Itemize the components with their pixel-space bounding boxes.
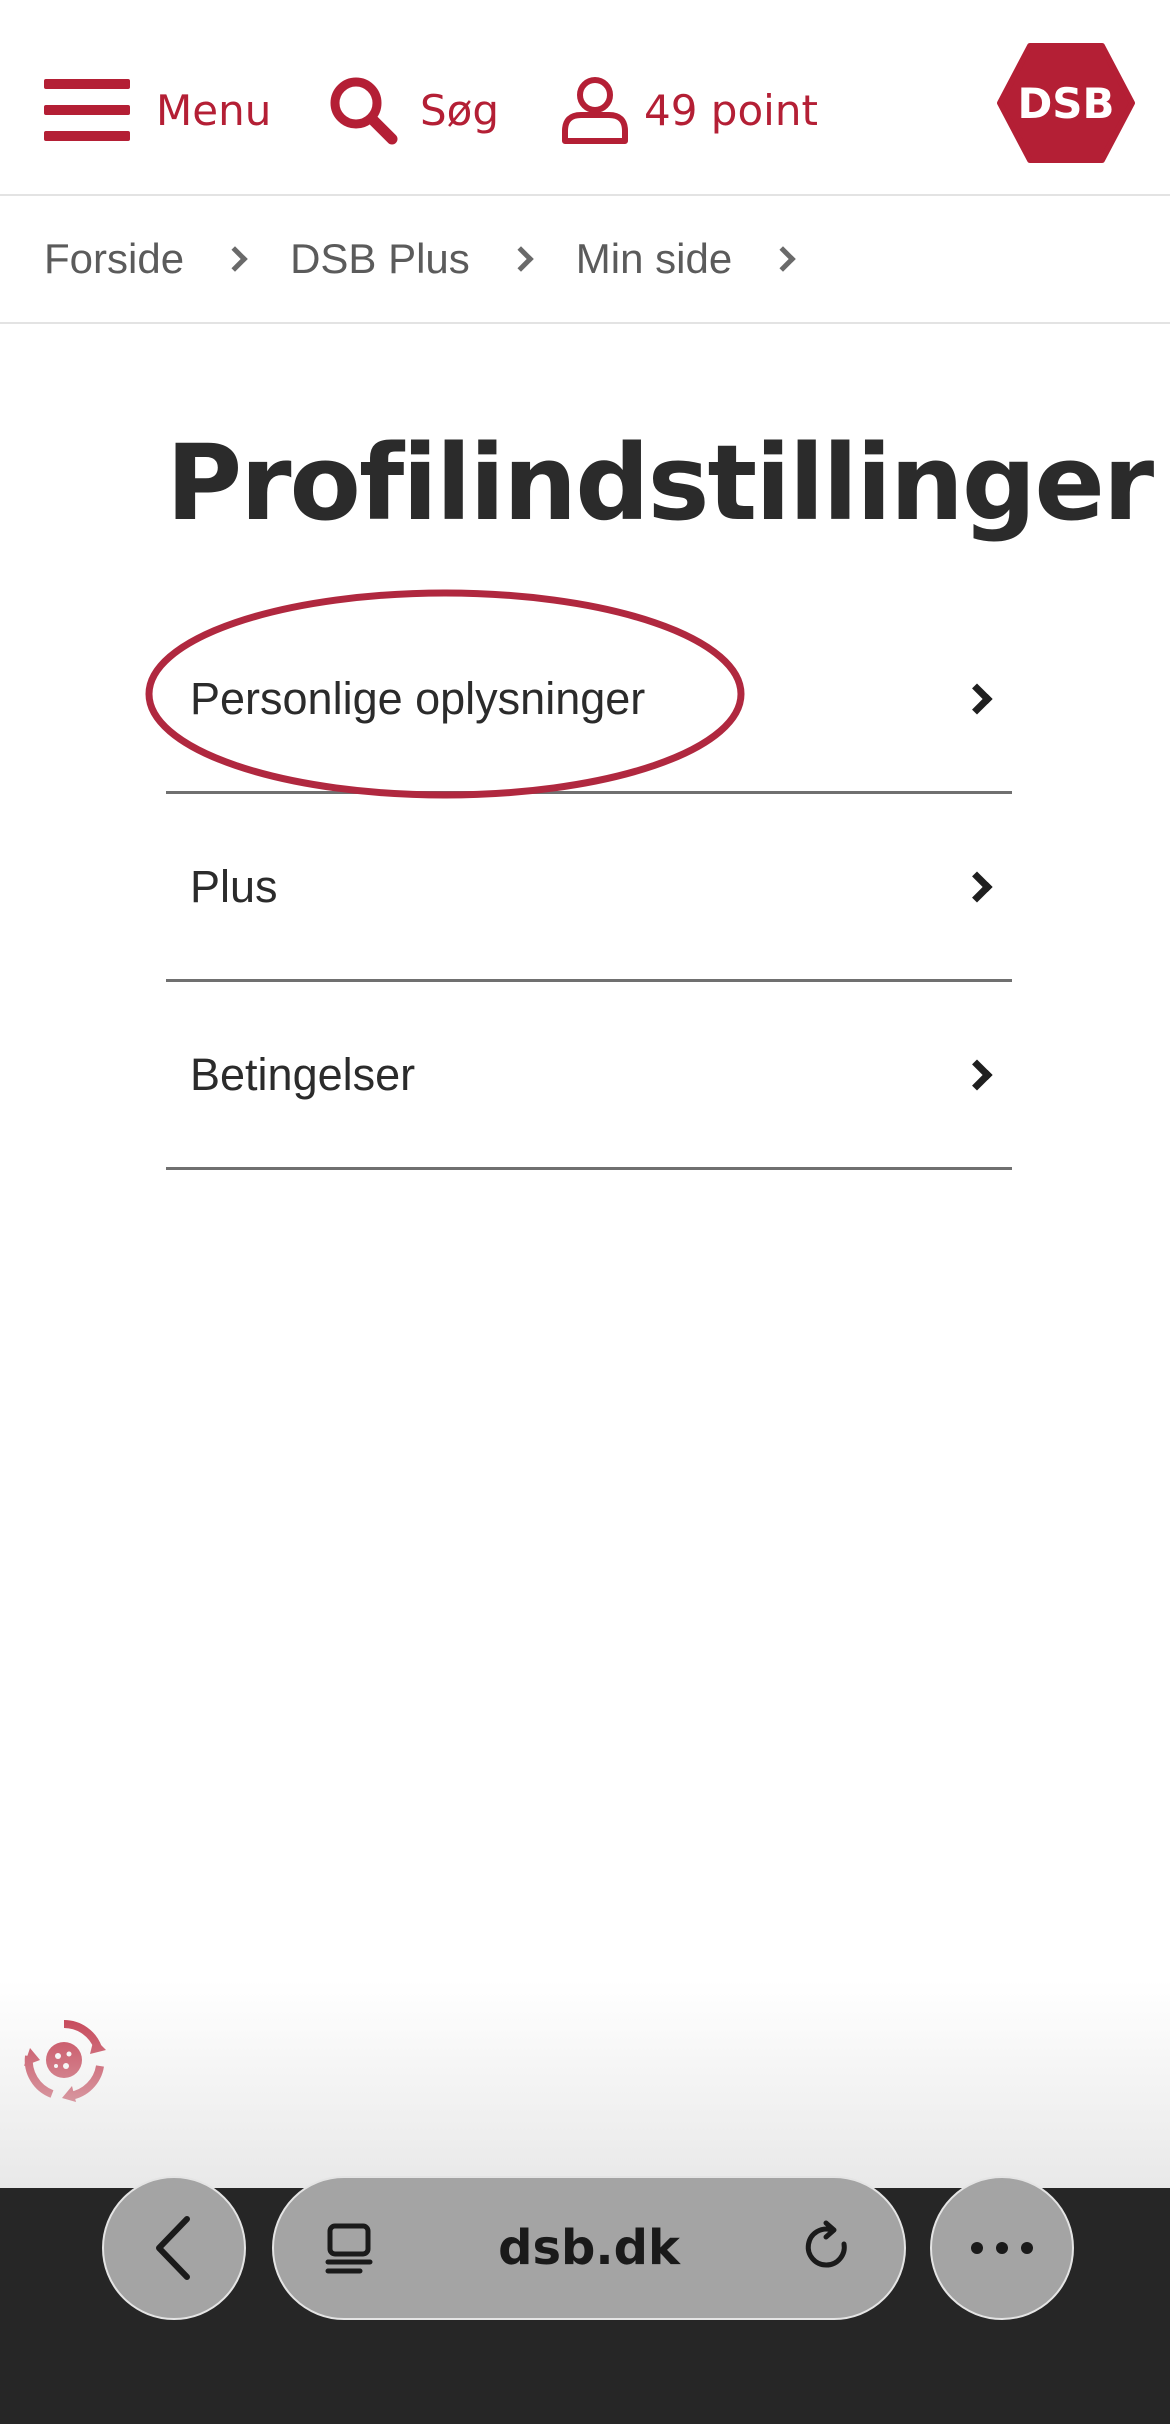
- settings-item-personal-info[interactable]: Personlige oplysninger: [166, 606, 1012, 794]
- settings-item-label: Plus: [190, 860, 278, 912]
- chevron-right-icon: [961, 682, 993, 715]
- dsb-logo[interactable]: DSB: [996, 42, 1136, 164]
- user-icon: [562, 77, 628, 144]
- search-icon: [330, 77, 398, 145]
- breadcrumb-item-dsb-plus[interactable]: DSB Plus: [290, 235, 470, 283]
- search-button[interactable]: Søg: [328, 70, 499, 150]
- breadcrumb-item-forside[interactable]: Forside: [44, 235, 184, 283]
- hamburger-icon: [44, 79, 130, 141]
- settings-item-plus[interactable]: Plus: [166, 794, 1012, 982]
- address-bar[interactable]: dsb.dk: [272, 2176, 906, 2320]
- address-text: dsb.dk: [498, 2220, 680, 2276]
- site-header: Menu Søg 49 point DSB: [0, 0, 1170, 196]
- settings-item-terms[interactable]: Betingelser: [166, 982, 1012, 1170]
- search-label: Søg: [420, 85, 500, 135]
- menu-button[interactable]: Menu: [44, 70, 271, 150]
- account-points-button[interactable]: 49 point: [560, 70, 818, 150]
- page-title: Profilindstillinger: [166, 422, 1154, 544]
- points-label: 49 point: [644, 85, 818, 135]
- chevron-right-icon: [770, 246, 796, 272]
- menu-label: Menu: [156, 85, 272, 135]
- back-button[interactable]: [102, 2176, 246, 2320]
- back-arrow-icon: [156, 2216, 190, 2280]
- breadcrumb-item-min-side[interactable]: Min side: [576, 235, 732, 283]
- chevron-right-icon: [508, 246, 534, 272]
- more-dots-icon: [971, 2242, 1033, 2254]
- settings-list: Personlige oplysninger Plus Betingelser: [166, 606, 1012, 1170]
- bottom-fade: [0, 1980, 1170, 2190]
- settings-item-label: Betingelser: [190, 1048, 416, 1100]
- chevron-right-icon: [961, 870, 993, 903]
- chevron-right-icon: [961, 1058, 993, 1091]
- settings-item-label: Personlige oplysninger: [190, 672, 646, 724]
- reload-icon[interactable]: [800, 2220, 856, 2276]
- breadcrumb: Forside DSB Plus Min side: [0, 196, 1170, 324]
- chevron-right-icon: [222, 246, 248, 272]
- logo-text: DSB: [1017, 79, 1114, 128]
- more-options-button[interactable]: [930, 2176, 1074, 2320]
- tabs-icon[interactable]: [322, 2220, 378, 2276]
